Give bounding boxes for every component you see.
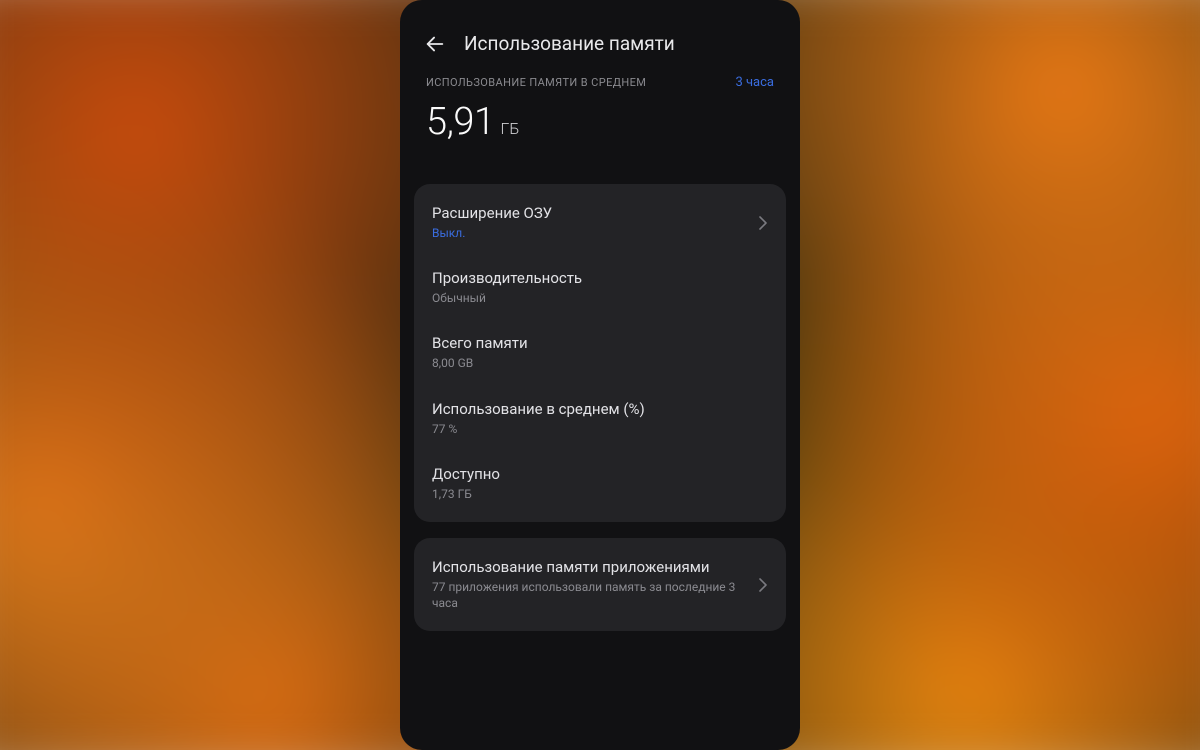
available-memory-label: Доступно <box>432 465 768 483</box>
available-memory-row: Доступно 1,73 ГБ <box>414 451 786 516</box>
ram-extension-value: Выкл. <box>432 225 746 241</box>
performance-row: Производительность Обычный <box>414 255 786 320</box>
available-memory-value: 1,73 ГБ <box>432 486 768 502</box>
apps-usage-sub: 77 приложения использовали память за пос… <box>432 579 746 611</box>
back-arrow-icon[interactable] <box>424 33 446 55</box>
phone-screen: Использование памяти ИСПОЛЬЗОВАНИЕ ПАМЯТ… <box>400 0 800 750</box>
interval-selector[interactable]: 3 часа <box>735 75 774 90</box>
ram-extension-row[interactable]: Расширение ОЗУ Выкл. <box>414 190 786 255</box>
average-percent-value: 77 % <box>432 421 768 437</box>
apps-usage-row[interactable]: Использование памяти приложениями 77 при… <box>414 544 786 625</box>
header-bar: Использование памяти <box>400 0 800 71</box>
summary-section: ИСПОЛЬЗОВАНИЕ ПАМЯТИ В СРЕДНЕМ 3 часа 5,… <box>400 71 800 184</box>
performance-value: Обычный <box>432 290 768 306</box>
memory-details-card: Расширение ОЗУ Выкл. Производительность … <box>414 184 786 522</box>
average-usage-value: 5,91 ГБ <box>426 100 774 144</box>
apps-usage-label: Использование памяти приложениями <box>432 558 746 576</box>
chevron-right-icon <box>758 577 768 593</box>
page-title: Использование памяти <box>464 32 675 55</box>
total-memory-value: 8,00 GB <box>432 355 768 371</box>
ram-extension-label: Расширение ОЗУ <box>432 204 746 222</box>
performance-label: Производительность <box>432 269 768 287</box>
usage-number: 5,91 <box>426 100 495 144</box>
average-percent-label: Использование в среднем (%) <box>432 400 768 418</box>
average-percent-row: Использование в среднем (%) 77 % <box>414 386 786 451</box>
total-memory-row: Всего памяти 8,00 GB <box>414 320 786 385</box>
chevron-right-icon <box>758 215 768 231</box>
total-memory-label: Всего памяти <box>432 334 768 352</box>
apps-usage-card: Использование памяти приложениями 77 при… <box>414 538 786 631</box>
average-usage-label: ИСПОЛЬЗОВАНИЕ ПАМЯТИ В СРЕДНЕМ <box>426 76 646 89</box>
usage-unit: ГБ <box>501 119 520 138</box>
